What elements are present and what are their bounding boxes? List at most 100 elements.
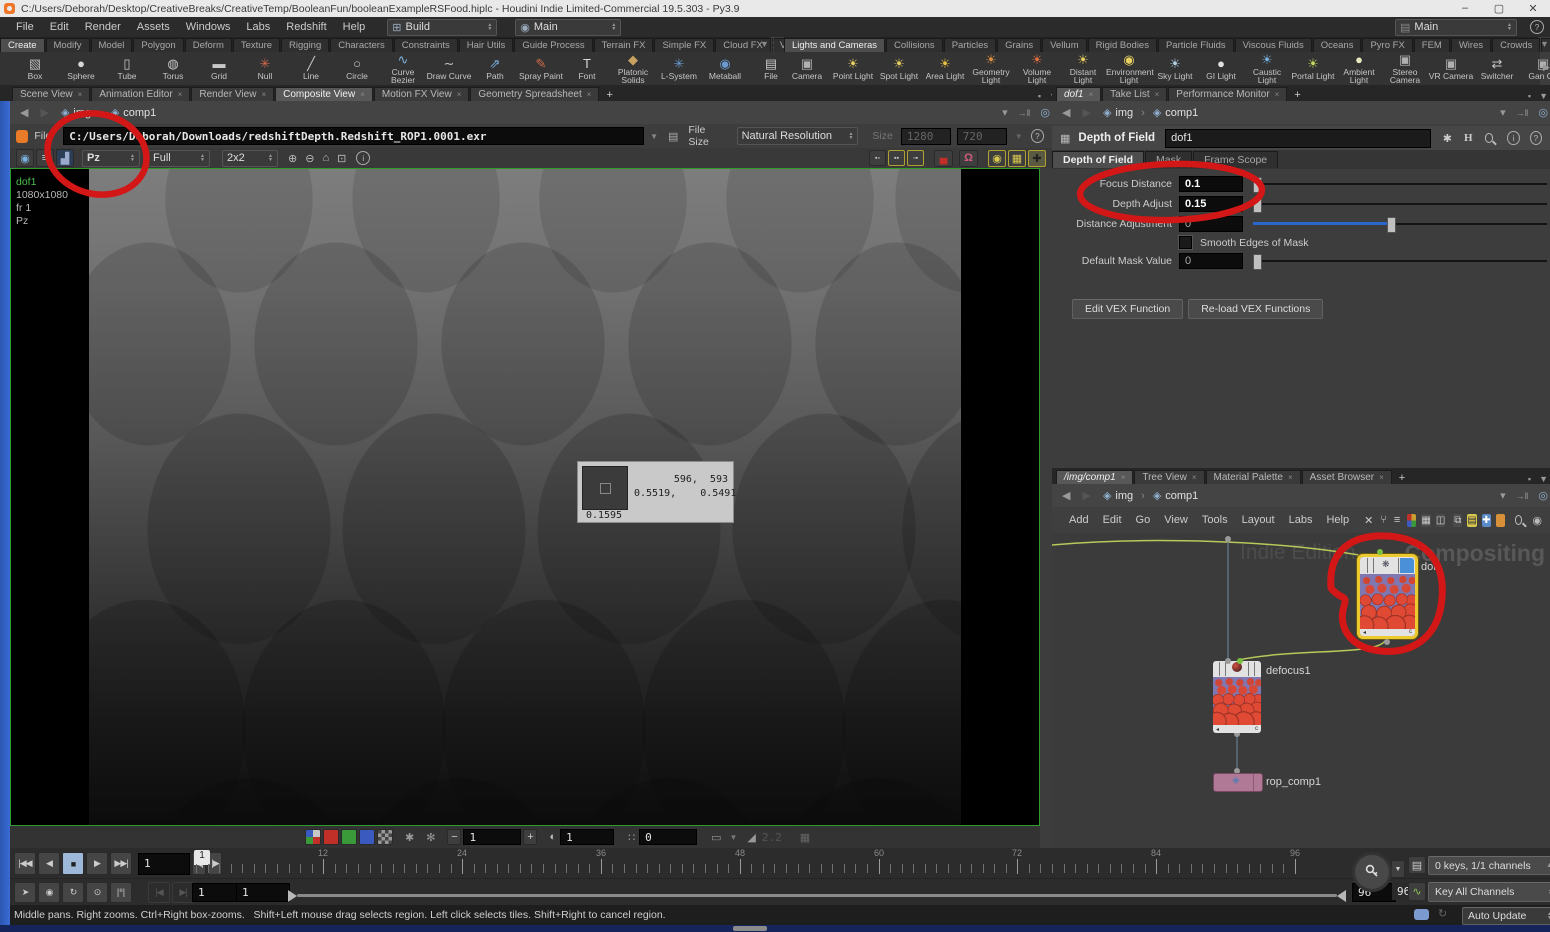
quality-selector[interactable]: Full▲▼ xyxy=(148,150,210,167)
slider-handle[interactable] xyxy=(1387,217,1396,233)
shelf-tab-rigid-bodies[interactable]: Rigid Bodies xyxy=(1088,38,1157,52)
network-menu-add[interactable]: Add xyxy=(1062,514,1096,526)
param-slider[interactable] xyxy=(1253,177,1547,191)
network-menu-help[interactable]: Help xyxy=(1319,514,1356,526)
range-slider-track[interactable] xyxy=(297,894,1337,897)
pane-maximize-icon[interactable]: ▪ xyxy=(1528,91,1531,101)
pane-menu-icon[interactable]: ▼ xyxy=(1539,474,1548,484)
close-tab-icon[interactable]: × xyxy=(78,90,83,99)
shelf-tab-simple-fx[interactable]: Simple FX xyxy=(654,38,714,52)
tool-stereo-camera[interactable]: ▣Stereo Camera xyxy=(1382,53,1428,85)
expand-icon[interactable]: ✚ xyxy=(1028,150,1046,167)
red-channel-icon[interactable] xyxy=(323,829,339,845)
shelf-tab-fem[interactable]: FEM xyxy=(1414,38,1450,52)
dither-icon[interactable]: ∷ xyxy=(628,831,635,844)
recook-icon[interactable]: ↻ xyxy=(1438,907,1447,920)
network-menu-go[interactable]: Go xyxy=(1129,514,1158,526)
breadcrumb-comp1[interactable]: ◈comp1 xyxy=(1149,106,1203,119)
close-tab-icon[interactable]: × xyxy=(457,90,462,99)
key-all-channels-selector[interactable]: Key All Channels▲▼ xyxy=(1428,882,1550,902)
zoom-out-icon[interactable]: ⊖ xyxy=(305,152,314,165)
play-backward-button[interactable]: ◀ xyxy=(38,852,60,875)
tool-circle[interactable]: ○Circle xyxy=(334,57,380,81)
shelf-tab-crowds[interactable]: Crowds xyxy=(1492,38,1540,52)
shelf-tab-collisions[interactable]: Collisions xyxy=(886,38,943,52)
tool-camera[interactable]: ▣Camera xyxy=(784,57,830,81)
tool-curve-bezier[interactable]: ∿Curve Bezier xyxy=(380,53,426,85)
timeline[interactable]: 1 1224364860728496 xyxy=(192,848,1352,878)
network-menu-layout[interactable]: Layout xyxy=(1235,514,1282,526)
gear-icon[interactable]: ✱ xyxy=(1443,132,1452,145)
pixel-grid-selector[interactable]: 2x2▲▼ xyxy=(222,150,278,167)
node-defocus1-input1[interactable] xyxy=(1225,658,1231,664)
green-channel-icon[interactable] xyxy=(341,829,357,845)
channel-scope-icon[interactable]: ∿ xyxy=(1408,882,1426,901)
stop-button[interactable]: ■ xyxy=(62,852,84,875)
blue-channel-icon[interactable] xyxy=(359,829,375,845)
realtime-clock-icon[interactable]: ⊙ xyxy=(86,882,108,903)
pane-tab-tree-view[interactable]: Tree View× xyxy=(1134,470,1204,484)
minimize-button[interactable]: – xyxy=(1448,2,1482,15)
tool-null[interactable]: ✳Null xyxy=(242,57,288,81)
link-icon[interactable]: ◎ xyxy=(1538,106,1548,119)
re-load-vex-functions-button[interactable]: Re-load VEX Functions xyxy=(1188,299,1323,319)
zoom-in-icon[interactable]: ⊕ xyxy=(288,152,297,165)
tool-metaball[interactable]: ◉Metaball xyxy=(702,57,748,81)
shelf-right-overflow-icon[interactable]: ▼ xyxy=(1540,39,1549,49)
list-icon[interactable]: ≡ xyxy=(1394,514,1400,526)
shelf-tab-characters[interactable]: Characters xyxy=(330,38,392,52)
tool-volume-light[interactable]: ☀Volume Light xyxy=(1014,53,1060,85)
alpha-channel-icon[interactable] xyxy=(377,829,393,845)
nav-forward-icon[interactable]: ▶ xyxy=(1078,106,1094,119)
wrench-icon[interactable]: ✕ xyxy=(1364,514,1373,527)
message-bubble-icon[interactable] xyxy=(1414,909,1429,920)
audio-icon[interactable]: ◉ xyxy=(38,882,60,903)
node-dof1-header[interactable]: ❋ xyxy=(1360,557,1415,574)
shelf-tab-deform[interactable]: Deform xyxy=(185,38,232,52)
shelf-tab-create[interactable]: Create xyxy=(0,38,45,52)
close-tab-icon[interactable]: × xyxy=(1088,90,1093,99)
node-dof1-output[interactable] xyxy=(1384,639,1390,645)
menu-redshift[interactable]: Redshift xyxy=(278,21,334,33)
shelf-tab-vellum[interactable]: Vellum xyxy=(1042,38,1087,52)
node-type-icon[interactable]: ▦ xyxy=(1060,132,1070,145)
tool-point-light[interactable]: ☀Point Light xyxy=(830,57,876,81)
desktop-selector[interactable]: ⊞ Build▲▼ xyxy=(387,19,497,36)
tool-area-light[interactable]: ☀Area Light xyxy=(922,57,968,81)
menu-labs[interactable]: Labs xyxy=(238,21,278,33)
shelf-tab-viscous-fluids[interactable]: Viscous Fluids xyxy=(1235,38,1312,52)
shelf-tab-pyro-fx[interactable]: Pyro FX xyxy=(1362,38,1412,52)
tool-switcher[interactable]: ⇄Switcher xyxy=(1474,57,1520,81)
shelf-tab-texture[interactable]: Texture xyxy=(233,38,280,52)
brightness-minus-icon[interactable]: − xyxy=(447,829,461,845)
maximize-button[interactable]: ▢ xyxy=(1482,2,1516,15)
shelf-tab-modify[interactable]: Modify xyxy=(46,38,90,52)
tree-icon[interactable]: ⑂ xyxy=(1380,514,1387,526)
param-tab-mask[interactable]: Mask xyxy=(1145,151,1192,168)
search-icon[interactable] xyxy=(1485,133,1494,143)
shelf-tab-particle-fluids[interactable]: Particle Fluids xyxy=(1158,38,1234,52)
tool-grid[interactable]: ▬Grid xyxy=(196,57,242,81)
pane-tab-animation-editor[interactable]: Animation Editor× xyxy=(91,87,190,101)
network-menu-labs[interactable]: Labs xyxy=(1282,514,1320,526)
pane-tab-material-palette[interactable]: Material Palette× xyxy=(1206,470,1301,484)
breadcrumb-img[interactable]: ◈img xyxy=(1099,489,1137,502)
node-defocus1-input2[interactable] xyxy=(1237,658,1243,664)
goto-start-button[interactable]: |◀◀ xyxy=(14,852,36,875)
close-tab-icon[interactable]: × xyxy=(1275,90,1280,99)
network-menu-edit[interactable]: Edit xyxy=(1096,514,1129,526)
brightness-plus-icon[interactable]: + xyxy=(523,829,537,845)
param-slider[interactable] xyxy=(1253,217,1547,231)
param-value-field[interactable]: 0 xyxy=(1179,216,1243,232)
add-pane-tab[interactable]: + xyxy=(1288,89,1306,101)
shelf-tab-terrain-fx[interactable]: Terrain FX xyxy=(594,38,654,52)
pin-icon[interactable]: →‖ xyxy=(1516,108,1529,118)
close-tab-icon[interactable]: × xyxy=(1155,90,1160,99)
pin-icon[interactable]: →‖ xyxy=(1516,491,1529,501)
node-help-icon[interactable]: ? xyxy=(1530,131,1542,145)
tool-portal-light[interactable]: ☀Portal Light xyxy=(1290,57,1336,81)
asset-box-icon[interactable] xyxy=(1496,514,1505,527)
snapshot-swap-icon[interactable]: ⧉ xyxy=(1453,514,1462,527)
render-icon[interactable]: ▄ xyxy=(934,150,953,167)
pane-menu-icon[interactable]: ▼ xyxy=(1539,91,1548,101)
